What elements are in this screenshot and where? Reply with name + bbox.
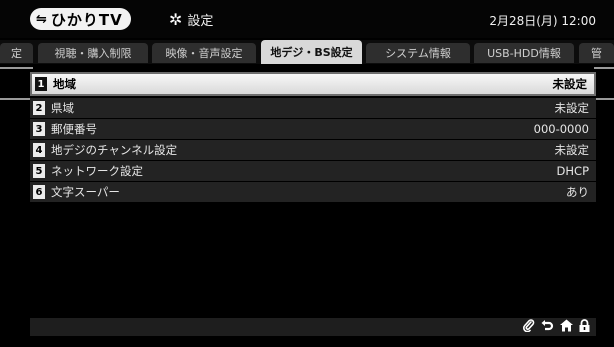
number-badge: 4 <box>33 143 45 157</box>
lock-icon[interactable] <box>579 319 590 335</box>
gear-icon: ✲ <box>169 10 183 29</box>
number-badge: 5 <box>33 164 45 178</box>
setting-row-channel[interactable]: 4 地デジのチャンネル設定 未設定 <box>30 140 596 160</box>
focus-line-left-bottom <box>0 98 33 100</box>
tab-digital-bs[interactable]: 地デジ・BS設定 <box>261 40 362 64</box>
number-badge: 2 <box>33 101 45 115</box>
setting-label: 郵便番号 <box>51 122 97 136</box>
setting-value: 000-0000 <box>533 122 589 136</box>
tab-viewing-restrictions[interactable]: 視聴・購入制限 <box>38 43 148 63</box>
setting-value: 未設定 <box>554 101 590 115</box>
date-time: 2月28日(月) 12:00 <box>489 14 596 28</box>
setting-label: 地デジのチャンネル設定 <box>51 143 178 157</box>
paperclip-icon[interactable] <box>523 319 535 335</box>
tab-system-info[interactable]: システム情報 <box>366 43 470 63</box>
focus-line-left-top <box>0 67 33 69</box>
focus-line-right-bottom <box>594 98 614 100</box>
setting-label: 地域 <box>53 77 76 91</box>
page-title-text: 設定 <box>187 14 214 29</box>
home-icon[interactable] <box>560 319 573 335</box>
setting-label: ネットワーク設定 <box>51 164 143 178</box>
logo-text: ひかりTV <box>50 10 123 29</box>
footer-icons <box>523 318 590 336</box>
focus-line-right-top <box>594 67 614 69</box>
setting-label: 文字スーパー <box>51 185 120 199</box>
setting-value: 未設定 <box>554 143 590 157</box>
logo-mark-icon: ⇋ <box>36 11 48 27</box>
number-badge: 3 <box>33 122 45 136</box>
setting-row-caption[interactable]: 6 文字スーパー あり <box>30 182 596 202</box>
hikari-tv-logo: ⇋ ひかりTV <box>30 8 131 30</box>
settings-list: 1 地域 未設定 2 県域 未設定 3 郵便番号 000-0000 4 地デジの… <box>30 72 596 203</box>
setting-label: 県域 <box>51 101 74 115</box>
setting-row-postal-code[interactable]: 3 郵便番号 000-0000 <box>30 119 596 139</box>
return-icon[interactable] <box>541 319 554 335</box>
tab-partial-left[interactable]: 定 <box>0 43 33 63</box>
page-title: ✲ 設定 <box>169 10 213 29</box>
tab-bar: 定 視聴・購入制限 映像・音声設定 地デジ・BS設定 システム情報 USB-HD… <box>0 40 614 64</box>
setting-value: 未設定 <box>552 77 588 91</box>
tab-partial-right[interactable]: 管 <box>579 43 614 63</box>
number-badge: 6 <box>33 185 45 199</box>
tab-usb-hdd[interactable]: USB-HDD情報 <box>474 43 574 63</box>
tab-video-audio[interactable]: 映像・音声設定 <box>152 43 256 63</box>
number-badge: 1 <box>35 77 47 91</box>
setting-row-network[interactable]: 5 ネットワーク設定 DHCP <box>30 161 596 181</box>
footer-bar <box>30 318 596 336</box>
setting-row-region[interactable]: 1 地域 未設定 <box>30 72 596 96</box>
setting-value: あり <box>566 185 589 199</box>
setting-value: DHCP <box>556 164 589 178</box>
setting-row-prefecture[interactable]: 2 県域 未設定 <box>30 98 596 118</box>
header: ⇋ ひかりTV ✲ 設定 2月28日(月) 12:00 <box>0 0 614 38</box>
